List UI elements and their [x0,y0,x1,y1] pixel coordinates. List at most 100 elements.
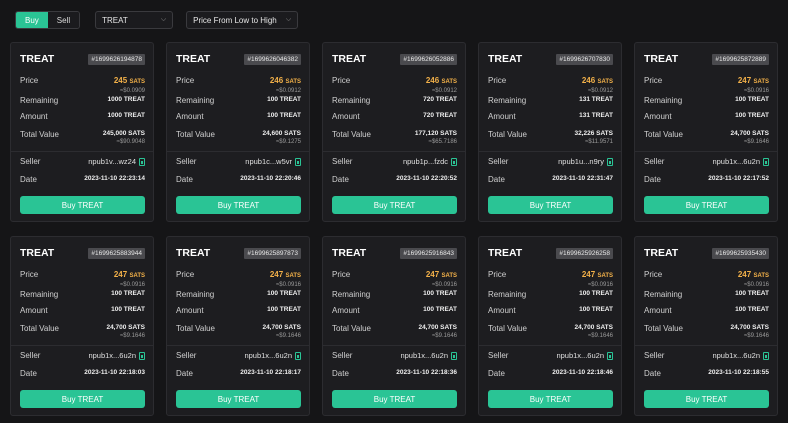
price-label: Price [176,270,195,279]
remaining-value: 100 TREAT [111,290,145,297]
price-label: Price [644,270,663,279]
seller-label: Seller [176,157,197,166]
price-value: 247 SATS ≈$0.0916 [738,270,769,290]
total-sats: 24,700 SATS [418,324,457,331]
listing-card: TREAT #1699626046382 Price 246 SATS ≈$0.… [166,42,310,222]
buy-treat-button[interactable]: Buy TREAT [20,390,145,408]
copy-icon[interactable] [763,351,769,360]
total-value-label: Total Value [488,130,527,139]
price-unit: SATS [597,273,613,279]
price-unit: SATS [597,79,613,85]
date-value: 2023-11-10 22:20:46 [240,175,301,182]
seller-address: npub1u...n9ry [558,157,604,166]
remaining-label: Remaining [644,96,683,105]
seller-label: Seller [488,351,509,360]
remaining-value: 100 TREAT [579,290,613,297]
price-unit: SATS [441,273,457,279]
seller-label: Seller [20,157,41,166]
buy-treat-button[interactable]: Buy TREAT [488,196,613,214]
total-usd: ≈$9.1646 [432,333,457,339]
buy-treat-button[interactable]: Buy TREAT [332,390,457,408]
buy-treat-button[interactable]: Buy TREAT [644,196,769,214]
total-sats: 24,700 SATS [574,324,613,331]
seller-value[interactable]: npub1x...6u2n [712,157,769,166]
card-divider [479,151,621,152]
buy-tab[interactable]: Buy [16,12,48,28]
buy-treat-button[interactable]: Buy TREAT [488,390,613,408]
date-label: Date [332,369,349,378]
sort-select[interactable]: Price From Low to High ⌵ [186,11,299,29]
price-value: 247 SATS ≈$0.0916 [582,270,613,290]
seller-label: Seller [488,157,509,166]
listing-id-badge: #1699626707830 [556,53,613,65]
date-value: 2023-11-10 22:23:14 [84,175,145,182]
sell-tab[interactable]: Sell [47,12,80,28]
seller-value[interactable]: npub1x...6u2n [712,351,769,360]
price-usd: ≈$0.0916 [120,282,145,288]
price-sats: 247 [425,270,440,279]
date-label: Date [332,175,349,184]
total-sats: 245,000 SATS [102,130,145,137]
price-sats: 246 [269,76,284,85]
total-sats: 24,700 SATS [106,324,145,331]
copy-icon[interactable] [139,351,145,360]
card-ticker: TREAT [332,53,367,65]
card-ticker: TREAT [20,247,55,259]
buy-treat-button[interactable]: Buy TREAT [644,390,769,408]
seller-address: npub1x...6u2n [712,351,760,360]
copy-icon[interactable] [607,157,613,166]
price-sats: 246 [581,76,596,85]
seller-value[interactable]: npub1c...w5vr [245,157,301,166]
total-sats: 24,700 SATS [730,130,769,137]
listing-id-badge: #1699625926258 [556,247,613,259]
date-label: Date [176,369,193,378]
seller-value[interactable]: npub1v...wz24 [88,157,145,166]
buy-treat-button[interactable]: Buy TREAT [176,196,301,214]
listing-id-badge: #1699625897873 [244,247,301,259]
seller-value[interactable]: npub1x...6u2n [556,351,613,360]
price-usd: ≈$0.0916 [744,88,769,94]
amount-label: Amount [176,306,204,315]
listing-id-badge: #1699625935430 [712,247,769,259]
price-value: 246 SATS ≈$0.0912 [426,76,457,96]
buy-treat-button[interactable]: Buy TREAT [332,196,457,214]
buy-treat-button[interactable]: Buy TREAT [20,196,145,214]
price-label: Price [176,76,195,85]
seller-value[interactable]: npub1x...6u2n [244,351,301,360]
remaining-value: 131 TREAT [579,96,613,103]
price-label: Price [332,76,351,85]
amount-label: Amount [488,112,516,121]
card-ticker: TREAT [176,53,211,65]
total-usd: ≈$65.7186 [428,139,457,145]
seller-value[interactable]: npub1u...n9ry [558,157,613,166]
price-sats: 247 [737,76,752,85]
price-usd: ≈$0.0916 [276,282,301,288]
price-sats: 246 [425,76,440,85]
card-divider [323,345,465,346]
date-value: 2023-11-10 22:31:47 [552,175,613,182]
seller-value[interactable]: npub1x...6u2n [88,351,145,360]
remaining-label: Remaining [332,290,371,299]
seller-address: npub1v...wz24 [88,157,136,166]
date-value: 2023-11-10 22:18:55 [708,369,769,376]
seller-value[interactable]: npub1p...fzdc [403,157,457,166]
copy-icon[interactable] [295,157,301,166]
price-label: Price [488,270,507,279]
copy-icon[interactable] [763,157,769,166]
copy-icon[interactable] [451,351,457,360]
copy-icon[interactable] [295,351,301,360]
copy-icon[interactable] [139,157,145,166]
buy-treat-button[interactable]: Buy TREAT [176,390,301,408]
seller-value[interactable]: npub1x...6u2n [400,351,457,360]
price-usd: ≈$0.0912 [588,88,613,94]
total-value: 24,700 SATS ≈$9.1646 [262,324,301,340]
price-unit: SATS [285,79,301,85]
remaining-label: Remaining [20,96,59,105]
price-label: Price [644,76,663,85]
copy-icon[interactable] [607,351,613,360]
copy-icon[interactable] [451,157,457,166]
token-select[interactable]: TREAT ⌵ [95,11,174,29]
seller-address: npub1x...6u2n [556,351,604,360]
price-value: 247 SATS ≈$0.0916 [270,270,301,290]
total-value-label: Total Value [644,324,683,333]
